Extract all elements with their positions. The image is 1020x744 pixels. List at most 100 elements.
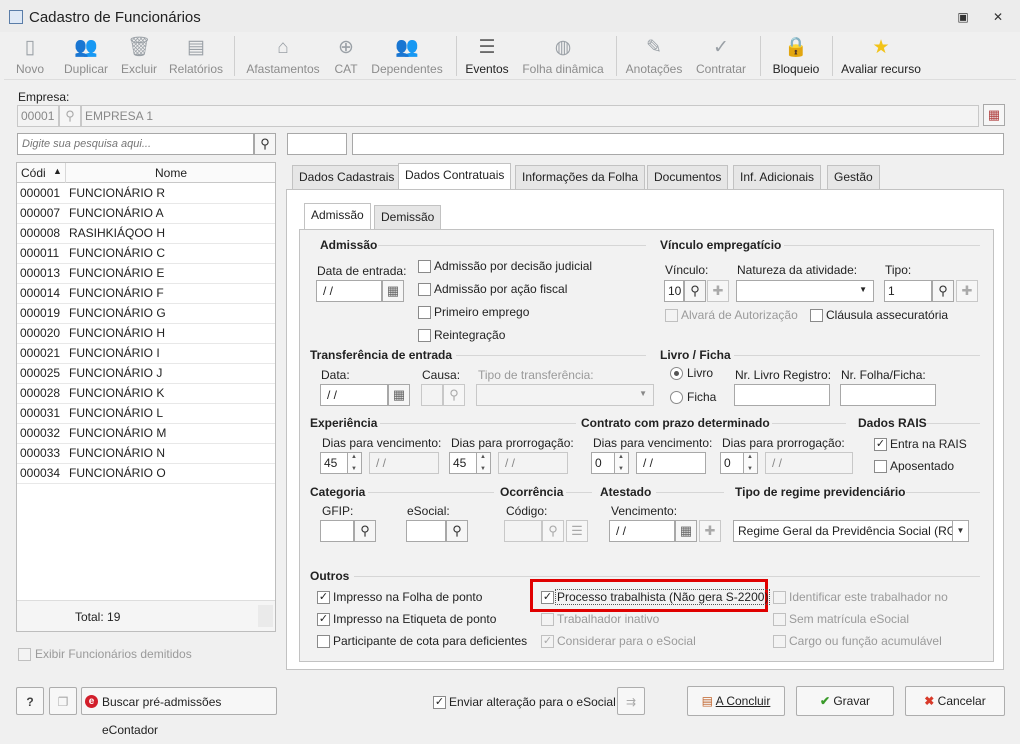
column-name-header[interactable]: Nome [155,166,187,180]
contrato-prorr-field[interactable]: 0 [720,452,744,474]
alvara-checkbox[interactable] [665,309,678,322]
exp-venc-spinner[interactable] [348,452,362,474]
table-row[interactable]: 000008 RASIHKIÁQOO H [17,224,275,244]
table-row[interactable]: 000025 FUNCIONÁRIO J [17,364,275,384]
table-row[interactable]: 000028 FUNCIONÁRIO K [17,384,275,404]
table-row[interactable]: 000031 FUNCIONÁRIO L [17,404,275,424]
toolbar-bloqueio-button[interactable]: 🔒 Bloqueio [768,32,824,80]
filter-field-b[interactable] [352,133,1004,155]
search-input[interactable] [17,133,254,155]
tab-dados-cadastrais[interactable]: Dados Cadastrais [292,165,402,189]
exp-venc-field[interactable]: 45 [320,452,348,474]
toolbar-relatorios-button[interactable]: ▤ Relatórios [167,32,225,80]
table-row[interactable]: 000001 FUNCIONÁRIO R [17,184,275,204]
toolbar-contratar-button[interactable]: ✓ Contratar [692,32,750,80]
footer-scroll[interactable] [258,605,273,627]
gravar-button[interactable]: ✔ Gravar [796,686,894,716]
toolbar-dependentes-button[interactable]: 👥 Dependentes [370,32,444,80]
acao-fiscal-checkbox[interactable] [418,283,431,296]
copy-icon[interactable]: ❐ [49,687,77,715]
vinculo-field[interactable]: 10 [664,280,684,302]
send-icon[interactable]: ⇉ [617,687,645,715]
table-row[interactable]: 000020 FUNCIONÁRIO H [17,324,275,344]
cancelar-button[interactable]: ✖ Cancelar [905,686,1005,716]
chevron-down-icon[interactable]: ▼ [952,520,969,542]
trabalhador-inativo-checkbox[interactable] [541,613,554,626]
primeiro-emprego-checkbox[interactable] [418,306,431,319]
subtab-demissao[interactable]: Demissão [374,205,442,229]
restore-icon[interactable]: ▣ [955,10,971,24]
tab-documentos[interactable]: Documentos [647,165,729,189]
tab-inf-adicionais[interactable]: Inf. Adicionais [733,165,822,189]
a-concluir-button[interactable]: ▤ A Concluir [687,686,785,716]
aposentado-checkbox[interactable] [874,460,887,473]
calendar-icon[interactable]: ▦ [983,104,1005,126]
exp-prorr-spinner[interactable] [477,452,491,474]
help-button[interactable]: ? [16,687,44,715]
tipo-field[interactable]: 1 [884,280,932,302]
toolbar-afastamentos-button[interactable]: ⌂ Afastamentos [244,32,322,80]
natureza-select[interactable]: ▼ [736,280,874,302]
vencimento-field[interactable]: / / [609,520,675,542]
toolbar-cat-button[interactable]: ⊕ CAT [328,32,364,80]
ficha-radio[interactable] [670,391,683,404]
add-icon[interactable]: ✚ [699,520,721,542]
cota-deficientes-checkbox[interactable] [317,635,330,648]
contrato-venc-spinner[interactable] [615,452,629,474]
table-row[interactable]: 000033 FUNCIONÁRIO N [17,444,275,464]
calendar-icon[interactable]: ▦ [675,520,697,542]
buscar-pre-admissoes-button[interactable]: e Buscar pré-admissões eContador [81,687,277,737]
filter-field-a[interactable] [287,133,347,155]
sem-matricula-checkbox[interactable] [773,613,786,626]
nr-folha-field[interactable] [840,384,936,406]
tab-dados-contratuais[interactable]: Dados Contratuais [398,163,512,189]
considerar-esocial-checkbox[interactable]: ✓ [541,635,554,648]
add-user-icon[interactable]: ✚ [707,280,729,302]
close-icon[interactable]: ✕ [990,10,1006,24]
esocial-field[interactable] [406,520,446,542]
contrato-venc-field[interactable]: 0 [591,452,615,474]
contrato-prorr-spinner[interactable] [744,452,758,474]
identificar-ret-checkbox[interactable] [773,591,786,604]
search-icon[interactable]: ⚲ [446,520,468,542]
processo-trabalhista-checkbox[interactable]: ✓ [541,591,554,604]
clausula-checkbox[interactable] [810,309,823,322]
transf-data-field[interactable]: / / [320,384,388,406]
judicial-checkbox[interactable] [418,260,431,273]
toolbar-folha-dinamica-button[interactable]: ◍ Folha dinâmica [520,32,606,80]
calendar-icon[interactable]: ▦ [382,280,404,302]
folha-ponto-checkbox[interactable]: ✓ [317,591,330,604]
etiqueta-ponto-checkbox[interactable]: ✓ [317,613,330,626]
toolbar-duplicar-button[interactable]: 👥 Duplicar [58,32,114,80]
toolbar-avaliar-recurso-button[interactable]: ★ Avaliar recurso [838,32,924,80]
exp-prorr-field[interactable]: 45 [449,452,477,474]
show-dismissed-checkbox[interactable] [18,648,31,661]
tab-informacoes-da-folha[interactable]: Informações da Folha [515,165,646,189]
toolbar-excluir-button[interactable]: 🗑 Excluir [118,32,160,80]
search-icon[interactable]: ⚲ [932,280,954,302]
empresa-search-icon[interactable]: ⚲ [59,105,81,127]
list-icon[interactable]: ☰ [566,520,588,542]
search-icon[interactable]: ⚲ [254,133,276,155]
add-doc-icon[interactable]: ✚ [956,280,978,302]
table-row[interactable]: 000019 FUNCIONÁRIO G [17,304,275,324]
cargo-acumulavel-checkbox[interactable] [773,635,786,648]
table-row[interactable]: 000034 FUNCIONÁRIO O [17,464,275,484]
search-icon[interactable]: ⚲ [684,280,706,302]
entra-rais-checkbox[interactable]: ✓ [874,438,887,451]
toolbar-anotacoes-button[interactable]: ✎ Anotações [624,32,684,80]
livro-radio[interactable] [670,367,683,380]
search-icon[interactable]: ⚲ [542,520,564,542]
data-entrada-field[interactable]: / / [316,280,382,302]
nr-livro-field[interactable] [734,384,830,406]
table-row[interactable]: 000021 FUNCIONÁRIO I [17,344,275,364]
reintegracao-checkbox[interactable] [418,329,431,342]
table-row[interactable]: 000032 FUNCIONÁRIO M [17,424,275,444]
table-row[interactable]: 000011 FUNCIONÁRIO C [17,244,275,264]
table-row[interactable]: 000007 FUNCIONÁRIO A [17,204,275,224]
contrato-venc-date[interactable]: / / [636,452,706,474]
calendar-icon[interactable]: ▦ [388,384,410,406]
gfip-field[interactable] [320,520,354,542]
tab-gestao[interactable]: Gestão [827,165,880,189]
toolbar-eventos-button[interactable]: ☰ Eventos [462,32,512,80]
